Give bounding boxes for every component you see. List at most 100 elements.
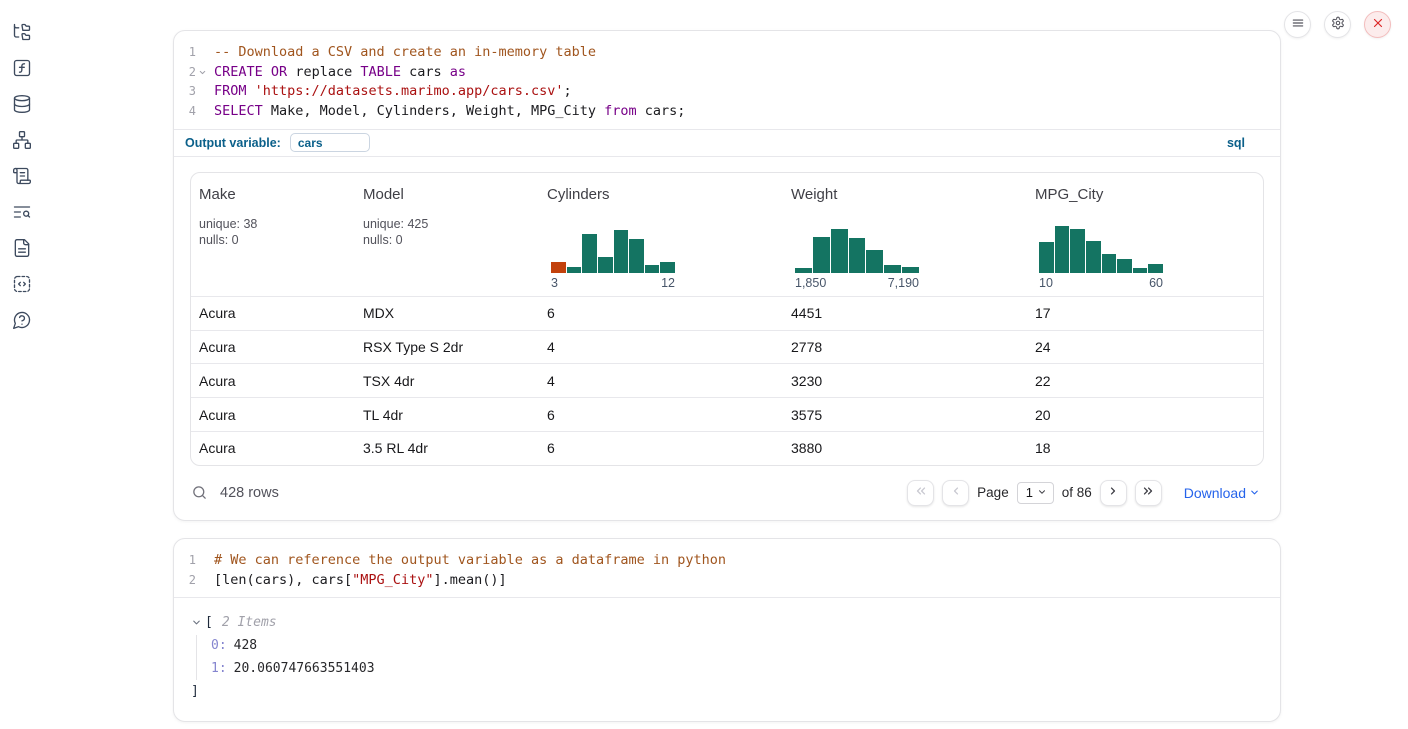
column-sort-button[interactable]: MPG_City (1035, 186, 1255, 203)
sql-cell: 1-- Download a CSV and create an in-memo… (173, 30, 1281, 521)
fold-slot (196, 571, 209, 591)
code-line[interactable]: 1-- Download a CSV and create an in-memo… (174, 43, 1280, 63)
column-sort-button[interactable]: Make (199, 186, 347, 203)
chevron-down-icon (1037, 485, 1047, 500)
table-cell: 6 (539, 432, 783, 465)
tree-entry-key: 1: (211, 661, 227, 676)
prev-page-button[interactable] (942, 480, 969, 506)
histogram-max-label: 12 (661, 276, 675, 290)
sidebar-item-dependency-graph[interactable] (12, 130, 32, 150)
tree-collapse-button[interactable] (191, 617, 203, 629)
table-cell: Acura (191, 398, 355, 431)
line-number: 4 (174, 102, 196, 122)
sidebar-item-documentation[interactable] (12, 238, 32, 258)
table-row: AcuraTSX 4dr4323022 (191, 363, 1263, 397)
histogram-bar (1086, 241, 1101, 272)
table-body: AcuraMDX6445117AcuraRSX Type S 2dr427782… (191, 296, 1263, 465)
histogram-bar (831, 229, 848, 273)
output-tree: [ 2 Items 0:4281:20.060747663551403 ] (174, 598, 1280, 721)
output-variable-input[interactable] (290, 133, 370, 152)
table-column-header: Modelunique: 425nulls: 0 (355, 173, 539, 296)
fold-slot (196, 102, 209, 122)
settings-button[interactable] (1324, 11, 1351, 38)
sidebar-item-snippets[interactable] (12, 274, 32, 294)
shutdown-button[interactable] (1364, 11, 1391, 38)
output-variable-label: Output variable: (185, 136, 281, 150)
sidebar-item-tracebacks[interactable] (12, 202, 32, 222)
table-cell: 6 (539, 297, 783, 330)
code-text: [len(cars), cars["MPG_City"].mean()] (209, 571, 507, 591)
histogram-bar (645, 265, 660, 273)
sql-code-editor[interactable]: 1-- Download a CSV and create an in-memo… (174, 31, 1280, 129)
tree-items-count: 2 Items (222, 612, 277, 634)
tree-entry: 1:20.060747663551403 (211, 658, 1264, 680)
histogram-bar (1070, 229, 1085, 273)
fold-chevron-icon[interactable] (196, 63, 209, 83)
table-cell: 17 (1027, 297, 1263, 330)
histogram-bar (902, 267, 919, 272)
histogram-max-label: 60 (1149, 276, 1163, 290)
histogram-bar (1148, 264, 1163, 272)
column-sort-button[interactable]: Cylinders (547, 186, 775, 203)
code-line[interactable]: 2CREATE OR replace TABLE cars as (174, 63, 1280, 83)
code-text: CREATE OR replace TABLE cars as (209, 63, 466, 83)
close-icon (1371, 16, 1385, 33)
column-sort-button[interactable]: Model (363, 186, 531, 203)
fold-slot (196, 82, 209, 102)
page-total-label: of 86 (1062, 485, 1092, 500)
next-page-button[interactable] (1100, 480, 1127, 506)
list-search-icon (12, 202, 32, 222)
histogram-bar (1117, 259, 1132, 273)
search-rows-button[interactable] (190, 484, 208, 502)
histogram-bar (884, 265, 901, 273)
sidebar-item-file-explorer[interactable] (12, 22, 32, 42)
chevron-down-icon (1249, 485, 1260, 501)
histogram-max-label: 7,190 (888, 276, 919, 290)
network-icon (12, 130, 32, 150)
download-label: Download (1184, 485, 1246, 501)
menu-icon (1291, 16, 1305, 33)
result-table: Make unique: 38nulls: 0Modelunique: 425nu… (190, 172, 1264, 466)
table-cell: Acura (191, 432, 355, 465)
table-cell: 3575 (783, 398, 1027, 431)
histogram-bar (1133, 268, 1148, 273)
column-sort-button[interactable]: Weight (791, 186, 1019, 203)
search-icon (191, 489, 208, 504)
page-select[interactable]: 1 (1017, 482, 1054, 504)
line-number: 2 (174, 571, 196, 591)
table-cell: 18 (1027, 432, 1263, 465)
sidebar-item-logs[interactable] (12, 166, 32, 186)
sidebar-item-help[interactable] (12, 310, 32, 330)
sidebar-item-variables[interactable] (12, 58, 32, 78)
code-line[interactable]: 4 SELECT Make, Model, Cylinders, Weight, … (174, 102, 1280, 122)
column-histogram: 1060 (1039, 224, 1163, 290)
sidebar-item-data-sources[interactable] (12, 94, 32, 114)
tree-head: [ 2 Items (191, 612, 1264, 634)
histogram-axis-labels: 312 (551, 276, 675, 290)
python-code-editor[interactable]: 1# We can reference the output variable … (174, 539, 1280, 597)
first-page-button[interactable] (907, 480, 934, 506)
download-button[interactable]: Download (1184, 485, 1260, 501)
histogram-bars (1039, 224, 1163, 273)
notebook-menu-button[interactable] (1284, 11, 1311, 38)
scroll-icon (12, 166, 32, 186)
last-page-button[interactable] (1135, 480, 1162, 506)
histogram-bar (866, 250, 883, 273)
table-row: AcuraRSX Type S 2dr4277824 (191, 330, 1263, 364)
histogram-bars (551, 224, 675, 273)
notebook-cells: 1-- Download a CSV and create an in-memo… (173, 30, 1281, 722)
table-cell: 4451 (783, 297, 1027, 330)
column-stats: unique: 38nulls: 0 (199, 216, 347, 249)
histogram-bar (598, 257, 613, 273)
chevron-last-icon (1141, 484, 1155, 501)
code-line[interactable]: 3FROM 'https://datasets.marimo.app/cars.… (174, 82, 1280, 102)
code-line[interactable]: 2 [len(cars), cars["MPG_City"].mean()] (174, 571, 1280, 591)
function-square-icon (12, 58, 32, 78)
table-cell: 2778 (783, 331, 1027, 364)
table-cell: 3.5 RL 4dr (355, 432, 539, 465)
code-text: SELECT Make, Model, Cylinders, Weight, M… (209, 102, 685, 122)
table-cell: MDX (355, 297, 539, 330)
histogram-bar (1055, 226, 1070, 273)
code-line[interactable]: 1# We can reference the output variable … (174, 551, 1280, 571)
fold-slot (196, 551, 209, 571)
